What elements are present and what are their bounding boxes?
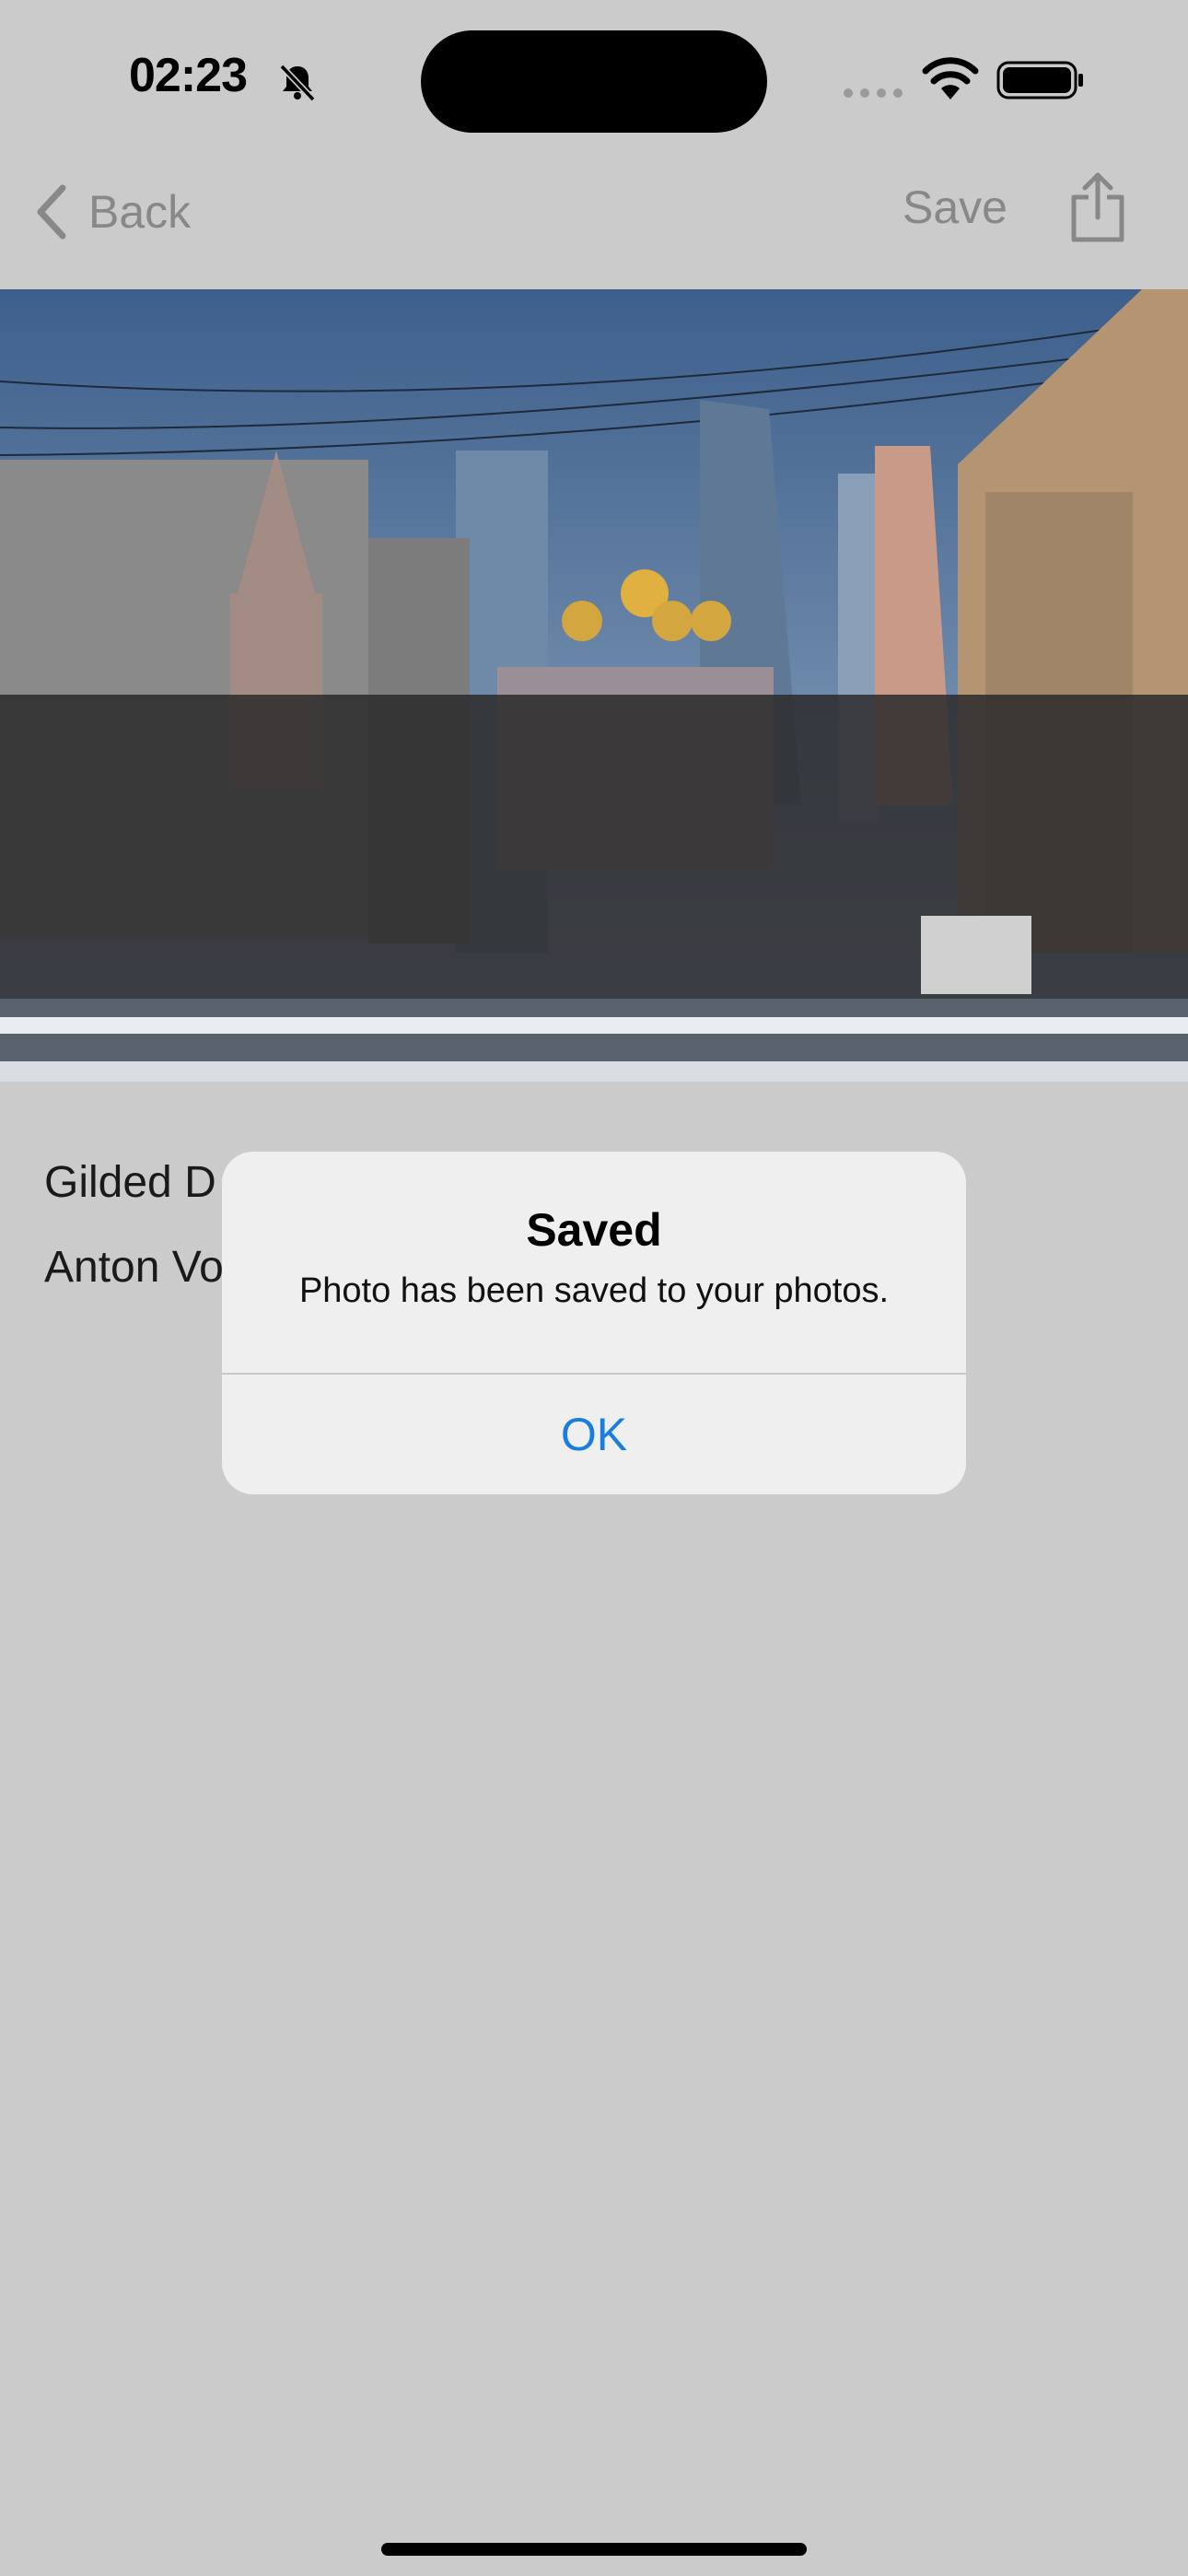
alert-message: Photo has been saved to your photos.: [298, 1271, 890, 1310]
battery-icon: [996, 61, 1083, 100]
save-button[interactable]: Save: [903, 181, 1007, 234]
photo-image[interactable]: [0, 289, 1188, 1082]
home-indicator[interactable]: [381, 2543, 807, 2556]
photo-author: Anton Vo: [44, 1243, 224, 1292]
chevron-left-icon: [37, 184, 66, 240]
alert-title: Saved: [526, 1204, 662, 1256]
silent-bell-icon: [279, 64, 316, 102]
back-button[interactable]: Back: [33, 175, 191, 249]
status-time: 02:23: [129, 49, 248, 102]
saved-alert: Saved Photo has been saved to your photo…: [222, 1152, 966, 1494]
dynamic-island: [421, 30, 767, 133]
photo-title: Gilded D: [44, 1158, 216, 1207]
share-icon[interactable]: [1068, 170, 1127, 243]
ok-button[interactable]: OK: [222, 1375, 966, 1494]
back-label: Back: [88, 186, 192, 238]
wifi-icon: [922, 57, 979, 100]
cellular-signal-icon: [844, 88, 903, 98]
